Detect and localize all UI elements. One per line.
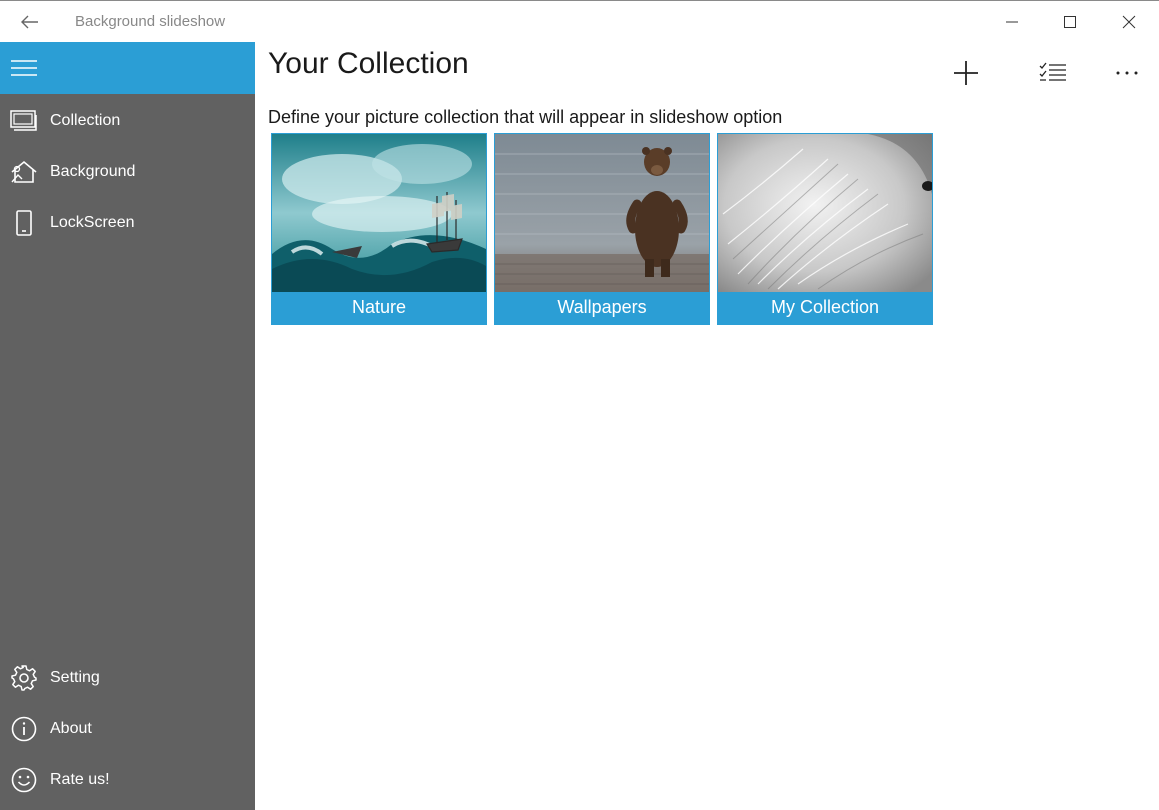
hamburger-icon (11, 60, 37, 76)
nav-item-setting[interactable]: Setting (0, 653, 255, 703)
collection-tile-nature[interactable]: Nature (271, 133, 487, 325)
info-icon (10, 716, 38, 742)
nav-item-lockscreen[interactable]: LockScreen (0, 198, 255, 248)
tile-label: My Collection (718, 292, 932, 324)
collection-tile-wallpapers[interactable]: Wallpapers (494, 133, 710, 325)
nav-item-label: Setting (50, 669, 100, 686)
title-bar: Background slideshow (0, 2, 1159, 42)
tile-label: Wallpapers (495, 292, 709, 324)
more-icon (1116, 71, 1138, 75)
select-button[interactable] (1031, 53, 1075, 93)
hamburger-button[interactable] (0, 42, 255, 94)
more-button[interactable] (1105, 53, 1149, 93)
add-icon (954, 61, 978, 85)
maximize-icon (1064, 16, 1076, 28)
minimize-button[interactable] (983, 2, 1041, 42)
smiley-icon (10, 767, 38, 793)
nav-item-label: Background (50, 163, 136, 180)
nav-pane: Collection Background LockScreen Setting… (0, 42, 255, 810)
background-icon (10, 160, 38, 184)
add-button[interactable] (944, 53, 988, 93)
back-button[interactable] (8, 6, 52, 38)
collection-icon (10, 109, 38, 133)
select-list-icon (1039, 62, 1066, 81)
close-button[interactable] (1100, 2, 1158, 42)
app-title: Background slideshow (75, 13, 226, 30)
nav-item-label: LockScreen (50, 214, 135, 231)
close-icon (1122, 15, 1136, 29)
nav-item-collection[interactable]: Collection (0, 96, 255, 146)
nav-item-rate-us[interactable]: Rate us! (0, 755, 255, 805)
back-arrow-icon (21, 15, 38, 29)
tile-label: Nature (272, 292, 486, 324)
page-title: Your Collection (268, 47, 469, 80)
nav-item-about[interactable]: About (0, 704, 255, 754)
maximize-button[interactable] (1041, 2, 1099, 42)
bear-standing-in-water-image (495, 134, 709, 292)
white-fur-closeup-image (718, 134, 932, 292)
app-window: Background slideshow Collection Backgrou… (0, 0, 1159, 810)
stormy-sea-ship-painting-image (272, 134, 486, 292)
minimize-icon (1006, 21, 1018, 23)
page-description: Define your picture collection that will… (268, 107, 783, 127)
nav-item-label: About (50, 720, 92, 737)
collection-tile-my-collection[interactable]: My Collection (717, 133, 933, 325)
lockscreen-icon (10, 210, 38, 236)
nav-item-label: Collection (50, 112, 121, 129)
nav-item-background[interactable]: Background (0, 147, 255, 197)
gear-icon (10, 665, 38, 691)
nav-item-label: Rate us! (50, 771, 110, 788)
